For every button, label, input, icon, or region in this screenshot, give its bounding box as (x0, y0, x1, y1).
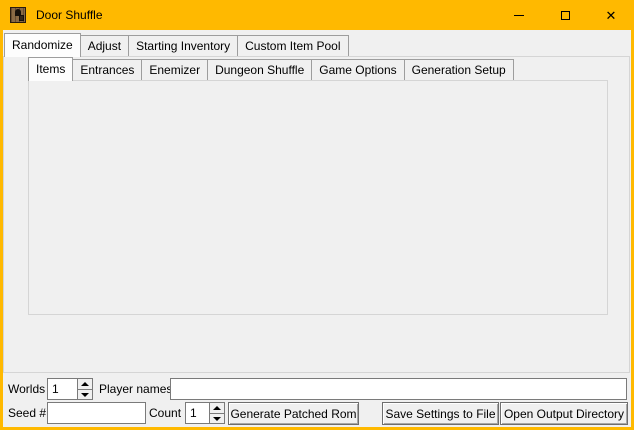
worlds-label: Worlds (8, 378, 45, 400)
maximize-button[interactable] (542, 0, 588, 30)
tab-enemizer[interactable]: Enemizer (141, 59, 208, 80)
tab-game-options[interactable]: Game Options (311, 59, 404, 80)
player-names-input[interactable] (170, 378, 627, 400)
save-settings-button[interactable]: Save Settings to File (382, 402, 499, 425)
close-button[interactable]: ✕ (588, 0, 634, 30)
minimize-icon (514, 15, 524, 16)
count-spinner[interactable]: 1 (185, 402, 225, 424)
seed-label: Seed # (8, 402, 46, 424)
tab-randomize[interactable]: Randomize (4, 33, 81, 57)
client-area: Randomize Adjust Starting Inventory Cust… (3, 30, 631, 427)
tab-generation-setup[interactable]: Generation Setup (404, 59, 514, 80)
seed-input[interactable] (47, 402, 146, 424)
door-lock-icon (19, 15, 24, 21)
tab-dungeon-shuffle[interactable]: Dungeon Shuffle (207, 59, 312, 80)
spin-up-icon[interactable] (210, 403, 224, 414)
count-label: Count (149, 402, 181, 424)
items-page (28, 80, 608, 315)
tab-entrances[interactable]: Entrances (72, 59, 142, 80)
minimize-button[interactable] (496, 0, 542, 30)
primary-tab-bar: Randomize Adjust Starting Inventory Cust… (4, 32, 349, 56)
close-icon: ✕ (606, 9, 617, 22)
tab-starting-inventory[interactable]: Starting Inventory (128, 35, 238, 56)
count-spinner-arrows (209, 403, 224, 423)
generate-patched-rom-button[interactable]: Generate Patched Rom (228, 402, 359, 425)
window-title: Door Shuffle (36, 8, 103, 22)
worlds-spinner-arrows (77, 379, 92, 399)
spin-down-icon[interactable] (210, 414, 224, 424)
door-icon (10, 7, 26, 23)
window-controls: ✕ (496, 0, 634, 30)
worlds-spinner[interactable]: 1 (47, 378, 93, 400)
tab-adjust[interactable]: Adjust (80, 35, 129, 56)
app-window: Door Shuffle ✕ Randomize Adjust Starting… (0, 0, 634, 430)
title-bar: Door Shuffle ✕ (0, 0, 634, 30)
spin-up-icon[interactable] (78, 379, 92, 390)
open-output-directory-button[interactable]: Open Output Directory (500, 402, 628, 425)
maximize-icon (561, 11, 570, 20)
player-names-label: Player names (99, 378, 172, 400)
spin-down-icon[interactable] (78, 390, 92, 400)
tab-items[interactable]: Items (28, 57, 73, 81)
secondary-tab-bar: Items Entrances Enemizer Dungeon Shuffle… (28, 57, 514, 80)
tab-custom-item-pool[interactable]: Custom Item Pool (237, 35, 348, 56)
